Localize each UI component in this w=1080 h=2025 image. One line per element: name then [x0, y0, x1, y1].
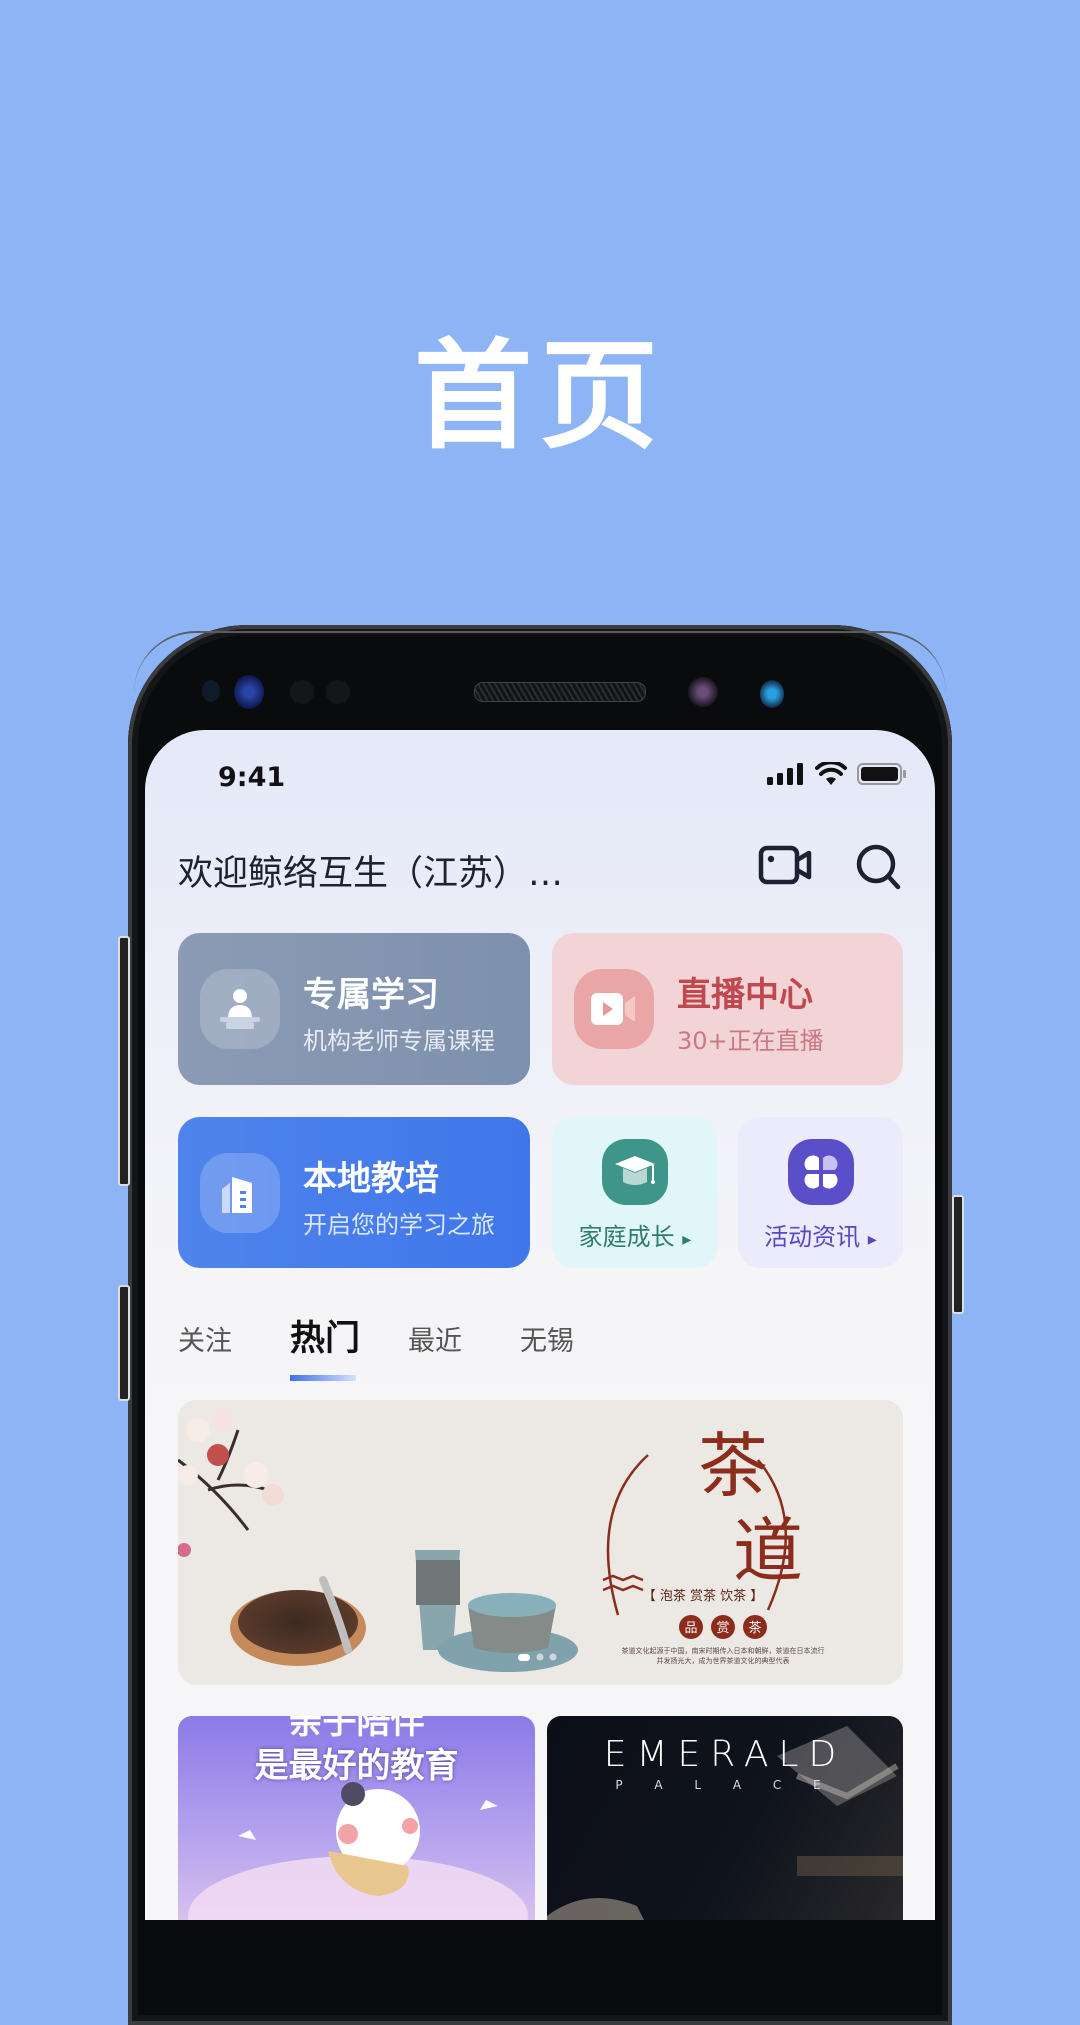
earpiece-speaker — [474, 682, 646, 702]
seal-stamps: 品 赏 茶 — [679, 1615, 767, 1639]
panda-illustration — [188, 1782, 528, 1920]
family-growth-card[interactable]: 家庭成长 ▸ — [552, 1117, 718, 1268]
card-subtitle: 机构老师专属课程 — [303, 1027, 495, 1055]
banner-title-1: 茶 — [698, 1425, 768, 1507]
tea-ceremony-banner[interactable]: 茶 道 【 泡茶 赏茶 饮茶 】 品 赏 茶 茶道文化起源于中国，南宋时期传入日… — [178, 1400, 903, 1685]
activity-news-card[interactable]: 活动资讯 ▸ — [738, 1117, 903, 1268]
mini-card-label: 活动资讯 ▸ — [764, 1223, 877, 1251]
plum-blossom — [178, 1409, 284, 1557]
arrow-right-icon: ▸ — [682, 1229, 692, 1250]
banner-title-2: 道 — [733, 1510, 803, 1592]
tab-recent[interactable]: 最近 — [408, 1319, 462, 1358]
arrow-right-icon: ▸ — [867, 1229, 877, 1250]
page-heading: 首页 — [413, 327, 666, 465]
active-tab-indicator — [290, 1363, 356, 1381]
wifi-icon — [815, 762, 847, 785]
live-video-icon — [574, 969, 654, 1049]
content-card-parenting[interactable]: 亲子陪伴 是最好的教育 — [178, 1716, 535, 1920]
svg-text:赏: 赏 — [716, 1621, 729, 1636]
live-center-card[interactable]: 直播中心 30+正在直播 — [552, 933, 903, 1085]
banner-bracket-text: 【 泡茶 赏茶 饮茶 】 — [643, 1588, 764, 1604]
card-title: 本地教培 — [303, 1159, 439, 1199]
svg-text:品: 品 — [684, 1621, 697, 1636]
video-camera-icon[interactable] — [757, 840, 815, 892]
signal-icon — [767, 763, 803, 785]
banner-caption-1: 茶道文化起源于中国，南宋时期传入日本和朝鲜，茶道在日本流行 — [622, 1646, 825, 1655]
proximity-sensor — [688, 677, 718, 707]
power-button — [952, 1195, 964, 1314]
volume-button — [118, 936, 130, 1186]
card-subtitle: 开启您的学习之旅 — [303, 1211, 495, 1239]
sensor-dot — [290, 680, 314, 704]
svg-text:茶: 茶 — [748, 1620, 761, 1636]
content-card-emerald[interactable]: EMERALD P A L A C E — [547, 1716, 903, 1920]
iris-camera — [234, 675, 264, 709]
local-training-card[interactable]: 本地教培 开启您的学习之旅 — [178, 1117, 530, 1268]
tab-wuxi[interactable]: 无锡 — [520, 1319, 574, 1358]
banner-caption-2: 并发扬光大，成为世界茶道文化的典型代表 — [657, 1656, 790, 1665]
tab-hot[interactable]: 热门 — [290, 1310, 360, 1381]
sensor-dot — [326, 680, 350, 704]
exclusive-learning-card[interactable]: 专属学习 机构老师专属课程 — [178, 933, 530, 1085]
clover-grid-icon — [787, 1139, 854, 1205]
feed-tabs: 关注 热门 最近 无锡 — [178, 1310, 632, 1381]
card-headline-2: P A L A C E — [615, 1778, 835, 1792]
card-title: 直播中心 — [677, 975, 813, 1015]
card-headline-1: EMERALD — [603, 1734, 847, 1775]
card-title: 专属学习 — [303, 975, 439, 1015]
battery-icon — [857, 763, 906, 785]
mini-card-label: 家庭成长 ▸ — [578, 1223, 692, 1251]
status-time: 9:41 — [218, 762, 286, 793]
bixby-button — [118, 1285, 130, 1401]
teacher-podium-icon — [200, 969, 280, 1049]
front-camera — [760, 680, 784, 708]
status-icons — [767, 762, 907, 786]
welcome-title: 欢迎鲸络互生（江苏）网络科技有限公司 — [178, 854, 598, 894]
app-screen: 9:41 欢迎鲸络互生（江苏）网络科技有限公司 — [145, 730, 935, 1920]
graduation-cap-icon — [602, 1139, 668, 1205]
banner-artwork: 茶 道 【 泡茶 赏茶 饮茶 】 品 赏 茶 茶道文化起源于中国，南宋时期传入日… — [178, 1409, 825, 1672]
sensor-dot — [202, 680, 220, 702]
tab-follow[interactable]: 关注 — [178, 1319, 232, 1358]
building-icon — [200, 1153, 280, 1233]
card-subtitle: 30+正在直播 — [677, 1027, 824, 1055]
search-icon[interactable] — [850, 840, 908, 892]
